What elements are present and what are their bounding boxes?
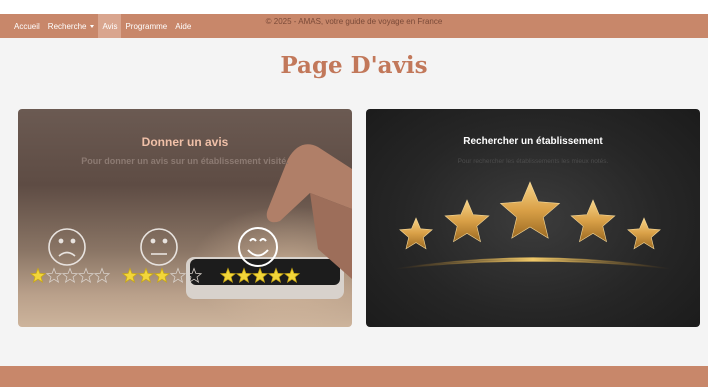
gold-arc — [393, 257, 673, 270]
gold-star-icon — [444, 199, 490, 243]
star-empty-icon — [45, 267, 63, 283]
gold-star-icon — [499, 181, 561, 239]
footer-text: © 2025 - AMAS, votre guide de voyage en … — [265, 17, 443, 26]
give-review-subtitle: Pour donner un avis sur un établissement… — [81, 156, 289, 166]
star-filled-icon — [29, 267, 47, 283]
give-review-title: Donner un avis — [141, 135, 229, 149]
search-establishment-title: Rechercher un établissement — [463, 136, 603, 147]
top-strip — [0, 0, 708, 14]
page-title: Page D'avis — [280, 52, 428, 79]
search-establishment-subtitle: Pour rechercher les établissements les m… — [457, 158, 609, 165]
star-empty-icon — [169, 267, 187, 283]
star-empty-icon — [93, 267, 111, 283]
sad-face-icon — [48, 228, 86, 266]
give-review-card[interactable]: Donner un avis Pour donner un avis sur u… — [18, 109, 352, 327]
star-filled-icon — [137, 267, 155, 283]
star-filled-icon — [121, 267, 139, 283]
star-empty-icon — [61, 267, 79, 283]
search-establishment-card[interactable]: Rechercher un établissement Pour recherc… — [366, 109, 700, 327]
gold-star-icon — [570, 199, 616, 243]
star-empty-icon — [77, 267, 95, 283]
footer — [0, 366, 708, 387]
star-filled-icon — [153, 267, 171, 283]
neutral-face-icon — [140, 228, 178, 266]
gold-star-icon — [627, 217, 661, 250]
phone-screen — [190, 259, 340, 285]
gold-star-icon — [399, 217, 433, 250]
